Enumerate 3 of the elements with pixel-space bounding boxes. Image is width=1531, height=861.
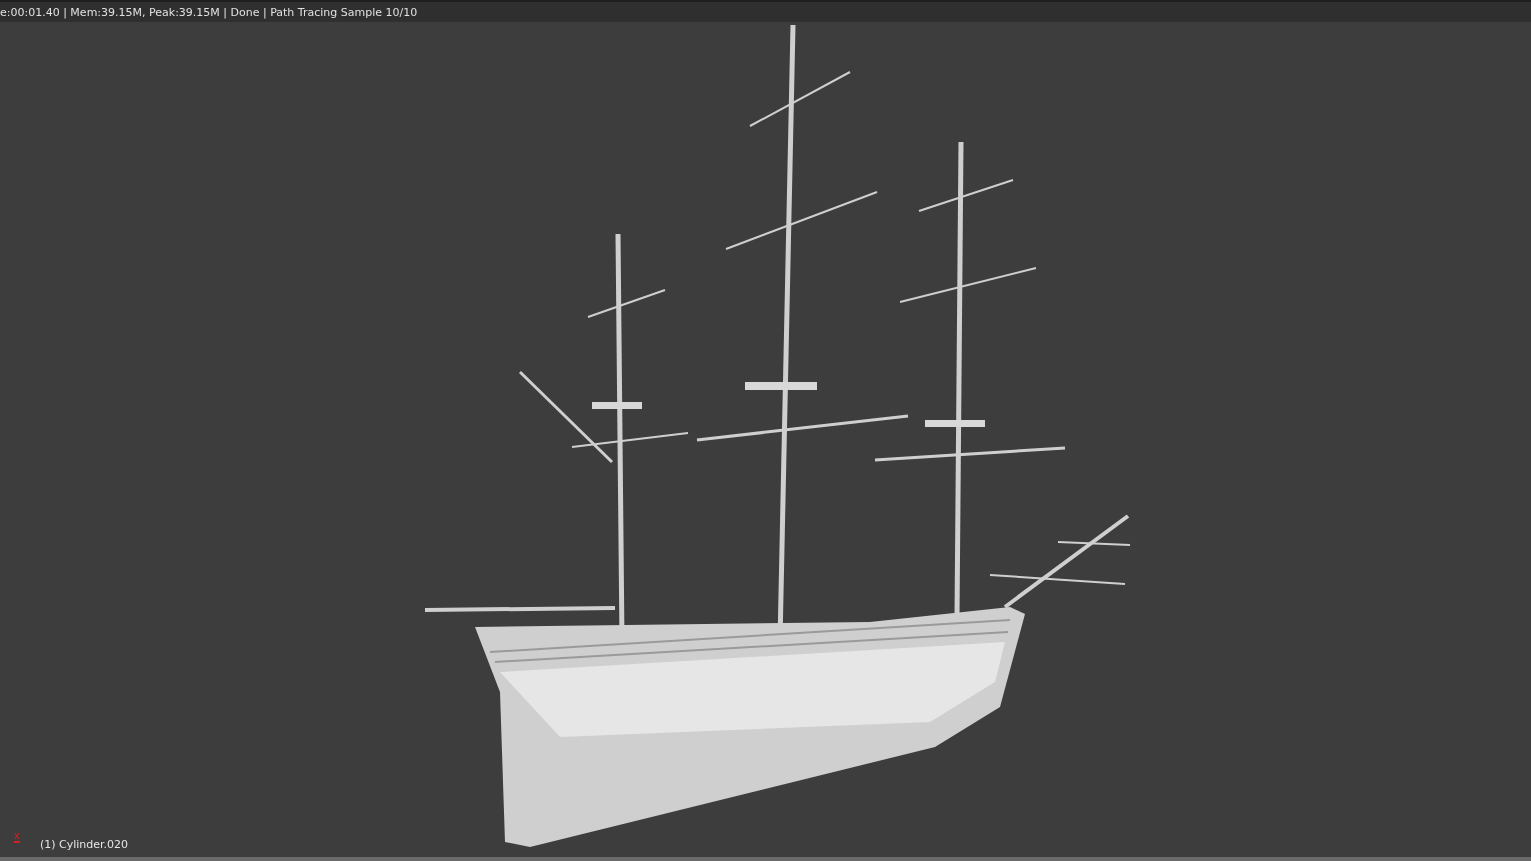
axis-label: x (14, 830, 20, 843)
active-object-label: (1) Cylinder.020 (39, 838, 129, 851)
render-info-text: e:00:01.40 | Mem:39.15M, Peak:39.15M | Done | Path Tracing Sample 10/10 (0, 6, 418, 19)
